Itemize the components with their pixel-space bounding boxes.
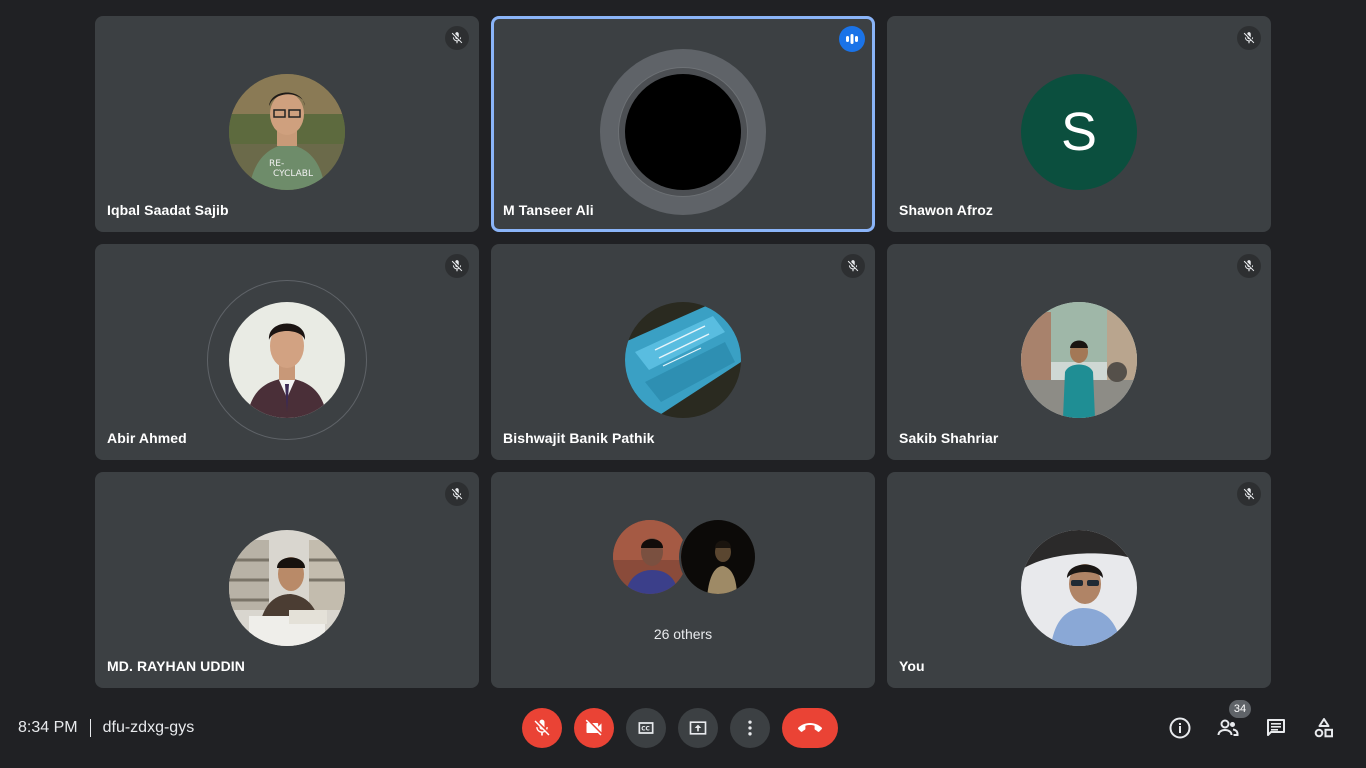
videocam-off-icon [585,719,602,736]
participant-avatar [625,74,741,190]
others-count-label: 26 others [653,626,713,642]
more-options-button[interactable] [730,708,770,748]
present-screen-icon [689,721,707,735]
people-icon [1217,719,1239,736]
more-vert-icon [748,720,752,736]
info-icon [1169,717,1191,739]
participant-tile[interactable]: Sakib Shahriar [887,244,1271,460]
meeting-code[interactable]: dfu-zdxg-gys [103,719,195,737]
self-tile[interactable]: You [887,472,1271,688]
mic-off-icon [534,719,550,736]
meeting-details-button[interactable] [1167,715,1193,741]
present-now-button[interactable] [678,708,718,748]
svg-text:RE-: RE- [269,159,284,169]
participant-name: Shawon Afroz [899,202,994,218]
participant-tile[interactable]: MD. RAYHAN UDDIN [95,472,479,688]
chat-button[interactable] [1263,715,1289,741]
audio-level-icon [846,34,858,44]
participant-avatar [1021,302,1137,418]
participant-name: M Tanseer Ali [503,202,594,218]
participant-name: Iqbal Saadat Sajib [107,202,229,218]
closed-caption-icon: CC [638,722,654,734]
activities-button[interactable] [1311,715,1337,741]
participant-name: You [899,658,925,674]
participant-avatar [229,530,345,646]
speaking-badge [839,26,865,52]
svg-text:CC: CC [641,727,650,733]
participant-name: Sakib Shahriar [899,430,999,446]
participant-initial-avatar: S [1021,74,1137,190]
mic-off-icon [451,260,463,272]
participant-avatar: RE- CYCLABL [229,74,345,190]
mic-off-badge [445,26,469,50]
participant-tile[interactable]: Bishwajit Banik Pathik [491,244,875,460]
activities-icon [1314,718,1333,738]
mic-off-icon [1243,32,1255,44]
mic-off-badge [445,482,469,506]
mic-off-icon [451,488,463,500]
chat-icon [1267,719,1285,736]
captions-button[interactable]: CC [626,708,666,748]
participant-tile[interactable]: Abir Ahmed [95,244,479,460]
others-avatar-group [611,518,761,598]
toggle-mic-button[interactable] [522,708,562,748]
leave-call-button[interactable] [782,708,838,748]
toggle-camera-button[interactable] [574,708,614,748]
participant-name: Abir Ahmed [107,430,187,446]
divider [89,719,91,737]
mic-off-icon [847,260,859,272]
call-end-icon [798,723,822,732]
other-participant-avatar [611,518,689,596]
participant-tile-active-speaker[interactable]: M Tanseer Ali [491,16,875,232]
participant-avatar [229,302,345,418]
participant-avatar [625,302,741,418]
participant-tile[interactable]: RE- CYCLABL Iqbal Saadat Sajib [95,16,479,232]
mic-off-badge [1237,482,1261,506]
mic-off-icon [451,32,463,44]
clock-time: 8:34 PM [18,719,78,736]
svg-text:CYCLABL: CYCLABL [273,169,313,179]
mic-off-badge [445,254,469,278]
mic-off-badge [841,254,865,278]
mic-off-icon [1243,260,1255,272]
others-tile[interactable]: 26 others [491,472,875,688]
bottom-control-bar: 8:34 PM dfu-zdxg-gys CC 34 [0,700,1366,768]
participant-name: Bishwajit Banik Pathik [503,430,655,446]
mic-off-badge [1237,26,1261,50]
mic-off-badge [1237,254,1261,278]
participant-name: MD. RAYHAN UDDIN [107,658,245,674]
people-button[interactable] [1215,715,1241,741]
self-avatar [1021,530,1137,646]
other-participant-avatar [679,518,757,596]
meeting-details: 8:34 PM dfu-zdxg-gys [18,719,194,737]
participant-count-badge: 34 [1229,700,1251,718]
participant-grid: RE- CYCLABL Iqbal Saadat Sajib M Tanseer… [0,0,1366,700]
mic-off-icon [1243,488,1255,500]
participant-tile[interactable]: S Shawon Afroz [887,16,1271,232]
